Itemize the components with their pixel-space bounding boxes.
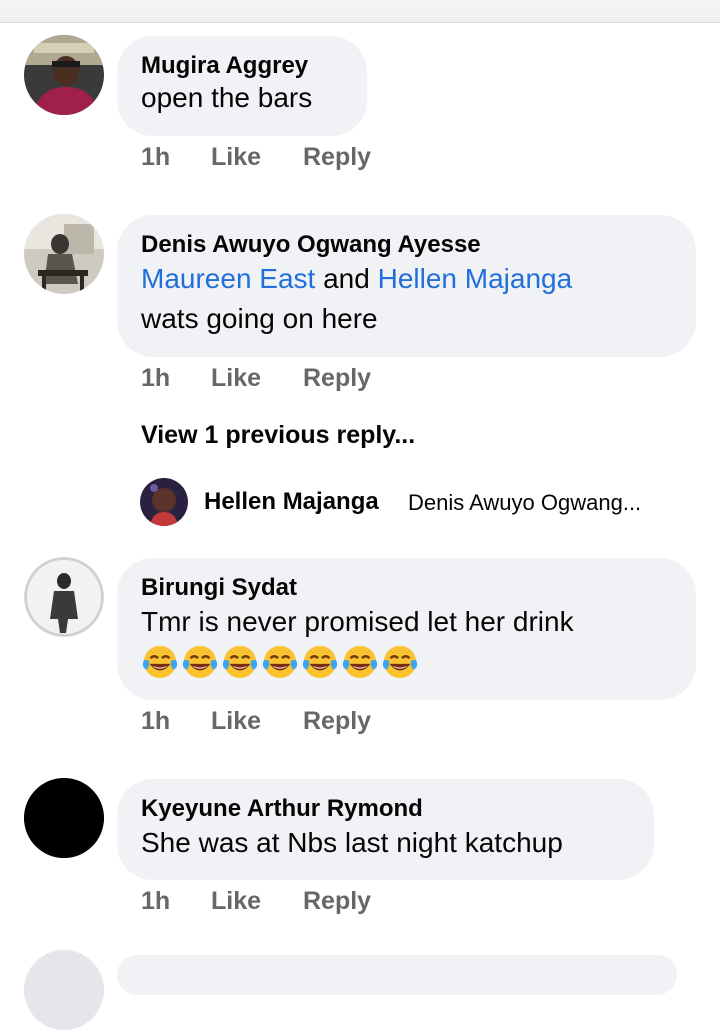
avatar-photo [140, 478, 188, 526]
avatar[interactable] [24, 950, 104, 1030]
tears-of-joy-icon [222, 645, 258, 679]
mention-link[interactable]: Hellen Majanga [378, 263, 573, 294]
reply-preview[interactable]: Hellen Majanga Denis Awuyo Ogwang... [140, 478, 700, 526]
reply-button[interactable]: Reply [303, 707, 371, 736]
emoji-row [141, 642, 672, 682]
comment-time[interactable]: 1h [141, 707, 170, 736]
avatar-photo [24, 557, 104, 637]
comment-time[interactable]: 1h [141, 143, 170, 172]
reply-button[interactable]: Reply [303, 143, 371, 172]
comment-author[interactable]: Birungi Sydat [141, 572, 672, 604]
tears-of-joy-icon [382, 645, 418, 679]
mention-link[interactable]: Maureen East [141, 263, 315, 294]
reply-snippet: Denis Awuyo Ogwang... [408, 490, 642, 515]
comment-bubble [117, 955, 677, 995]
comment-text: wats going on here [141, 303, 378, 334]
comment-text: open the bars [141, 82, 313, 113]
comment-bubble: Kyeyune Arthur Rymond She was at Nbs las… [117, 779, 654, 880]
comment-text: Tmr is never promised let her drink [141, 606, 574, 637]
reply-button[interactable]: Reply [303, 887, 371, 916]
avatar-photo [24, 214, 104, 294]
tears-of-joy-icon [302, 645, 338, 679]
avatar[interactable] [140, 478, 188, 526]
reply-author[interactable]: Hellen Majanga [204, 488, 379, 516]
top-bar [0, 0, 720, 23]
avatar[interactable] [24, 778, 104, 858]
avatar[interactable] [24, 557, 104, 637]
reply-button[interactable]: Reply [303, 364, 371, 393]
avatar-photo [24, 35, 104, 115]
like-button[interactable]: Like [211, 887, 261, 916]
like-button[interactable]: Like [211, 707, 261, 736]
comment-text-line1: Maureen East and Hellen Majanga [141, 259, 672, 299]
avatar[interactable] [24, 35, 104, 115]
comment-text: She was at Nbs last night katchup [141, 827, 563, 858]
comment-time[interactable]: 1h [141, 364, 170, 393]
avatar-photo [24, 778, 104, 858]
like-button[interactable]: Like [211, 143, 261, 172]
comment-author[interactable]: Denis Awuyo Ogwang Ayesse [141, 229, 672, 261]
comment-bubble: Mugira Aggrey open the bars [117, 36, 367, 136]
comment-time[interactable]: 1h [141, 887, 170, 916]
tears-of-joy-icon [142, 645, 178, 679]
comment-author[interactable]: Kyeyune Arthur Rymond [141, 793, 630, 825]
avatar[interactable] [24, 214, 104, 294]
tears-of-joy-icon [182, 645, 218, 679]
tears-of-joy-icon [342, 645, 378, 679]
view-previous-replies-link[interactable]: View 1 previous reply... [141, 421, 415, 450]
tears-of-joy-icon [262, 645, 298, 679]
comment-bubble: Birungi Sydat Tmr is never promised let … [117, 558, 696, 700]
like-button[interactable]: Like [211, 364, 261, 393]
mention-joiner: and [323, 263, 370, 294]
comment-bubble: Denis Awuyo Ogwang Ayesse Maureen East a… [117, 215, 696, 357]
